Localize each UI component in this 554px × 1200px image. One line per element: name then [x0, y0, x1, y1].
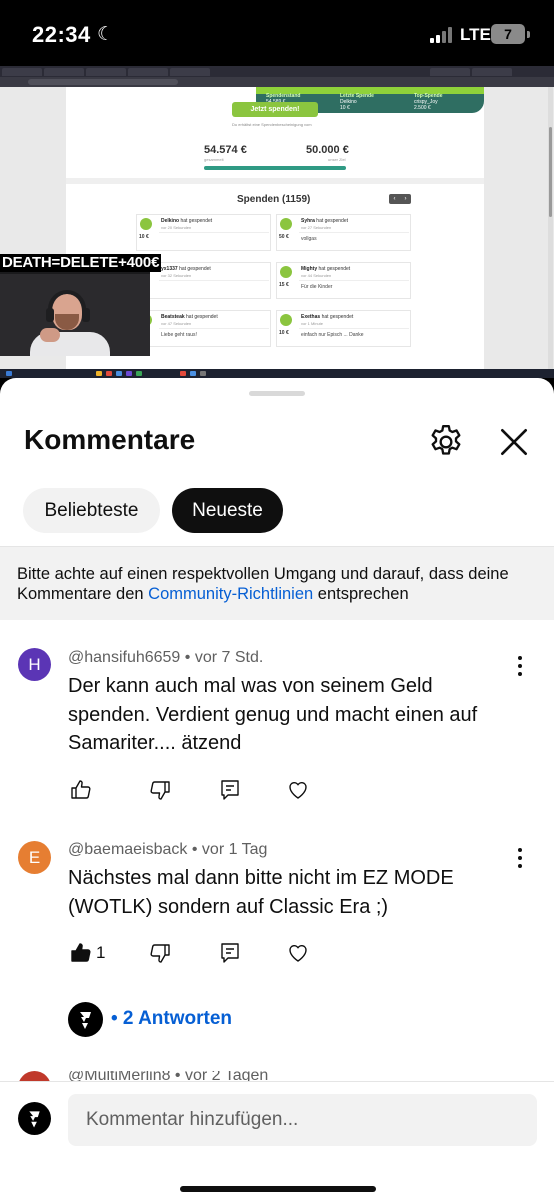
donations-title: Spenden (1159) [237, 194, 311, 205]
donations-pager: ‹ › [389, 194, 411, 204]
comment-author[interactable]: @baemaeisback [68, 841, 187, 858]
reply-button[interactable] [218, 778, 242, 802]
heart-button[interactable] [286, 778, 310, 802]
comment-text: Der kann auch mal was von seinem Geld sp… [68, 675, 478, 754]
progress-bar [204, 166, 346, 170]
creator-logo-icon [80, 1012, 91, 1029]
drag-handle[interactable] [249, 391, 305, 396]
comments-sheet: Kommentare Beliebteste Neueste Bitte ach… [0, 378, 554, 1200]
comment-author[interactable]: @hansifuh6659 [68, 649, 180, 666]
donation-card: Exethas hat gespendet vor 1 Minute 10 € … [276, 310, 411, 347]
close-button[interactable] [494, 422, 534, 462]
donation-card: Beatsteak hat gespendet vor 47 Sekunden … [136, 310, 271, 347]
chevron-left-icon: ‹ [393, 196, 396, 202]
reply-icon [221, 943, 239, 963]
avatar [18, 1102, 51, 1135]
clock: 22:34 [32, 22, 91, 47]
raised-amount: 54.574 € [204, 144, 247, 156]
donation-card: Mighty hat gespendet vor 44 Sekunden 15 … [276, 262, 411, 299]
guideline-notice: Bitte achte auf einen respektvollen Umga… [0, 546, 554, 620]
home-indicator [180, 1186, 376, 1192]
like-button[interactable] [69, 941, 93, 965]
comment-time: vor 1 Tag [201, 841, 268, 858]
thumbs-down-icon [150, 944, 170, 963]
status-bar: 22:34 ☾ LTE 7 [0, 0, 554, 66]
page-scrollbar [548, 87, 553, 369]
creator-logo-icon [29, 1111, 40, 1128]
heart-icon [289, 945, 307, 962]
avatar-icon [280, 266, 292, 278]
comment-input[interactable]: Kommentar hinzufügen... [68, 1094, 537, 1146]
donate-button: Jetzt spenden! [232, 102, 318, 117]
receipt-note: Du erhältst eine Spendenbescheinigung vo… [232, 122, 312, 127]
battery-nub [527, 31, 530, 38]
battery-icon: 7 [491, 24, 525, 44]
guideline-text-end: entsprechen [313, 585, 409, 603]
goal-amount: 50.000 € [306, 144, 349, 156]
sheet-title: Kommentare [24, 424, 196, 455]
like-count: 1 [96, 943, 106, 962]
community-guidelines-link[interactable]: Community-Richtlinien [148, 585, 313, 603]
thumbs-down-icon [150, 781, 170, 800]
donation-card: Syhra hat gespendet vor 27 Sekunden 50 €… [276, 214, 411, 251]
raised-label: gesammelt [204, 157, 224, 162]
chip-newest[interactable]: Neueste [172, 488, 283, 533]
comment-meta: @baemaeisback • vor 1 Tag [68, 841, 268, 858]
heart-button[interactable] [286, 941, 310, 965]
network-label: LTE [460, 25, 491, 44]
browser-urlbar [0, 77, 554, 87]
reply-icon [221, 780, 239, 800]
comment-time: vor 7 Std. [194, 649, 264, 666]
comment-composer: Kommentar hinzufügen... [0, 1081, 554, 1200]
dislike-button[interactable] [148, 941, 172, 965]
close-icon [501, 429, 527, 455]
browser-tabbar [0, 66, 554, 77]
stream-overlay-text: DEATH=DELETE+400€ [0, 254, 162, 272]
avatar-icon [280, 218, 292, 230]
settings-button[interactable] [426, 422, 466, 462]
thumbs-up-icon [71, 780, 91, 799]
avatar-icon [140, 218, 152, 230]
moon-icon: ☾ [97, 24, 115, 45]
chip-popular[interactable]: Beliebteste [23, 488, 160, 533]
video-player[interactable]: Spendenstand54.589 € Letzte SpendeDelkin… [0, 66, 554, 378]
replies-label[interactable]: • 2 Antworten [111, 1008, 232, 1030]
gear-icon [431, 425, 461, 455]
avatar [68, 1002, 103, 1037]
dislike-button[interactable] [148, 778, 172, 802]
heart-icon [289, 782, 307, 799]
windows-taskbar [0, 369, 554, 378]
chevron-right-icon: › [404, 196, 407, 202]
avatar-icon [280, 314, 292, 326]
goal-label: unser Ziel [328, 157, 346, 162]
like-button[interactable] [69, 778, 93, 802]
donation-card: Delkino hat gespendet vor 20 Sekunden 10… [136, 214, 271, 251]
thumbs-up-filled-icon [71, 943, 91, 962]
avatar[interactable]: H [18, 648, 51, 681]
comment-text: Nächstes mal dann bitte nicht im EZ MODE… [68, 867, 454, 918]
reply-button[interactable] [218, 941, 242, 965]
avatar[interactable]: E [18, 841, 51, 874]
comment-meta: @hansifuh6659 • vor 7 Std. [68, 649, 264, 666]
signal-icon [430, 27, 456, 43]
